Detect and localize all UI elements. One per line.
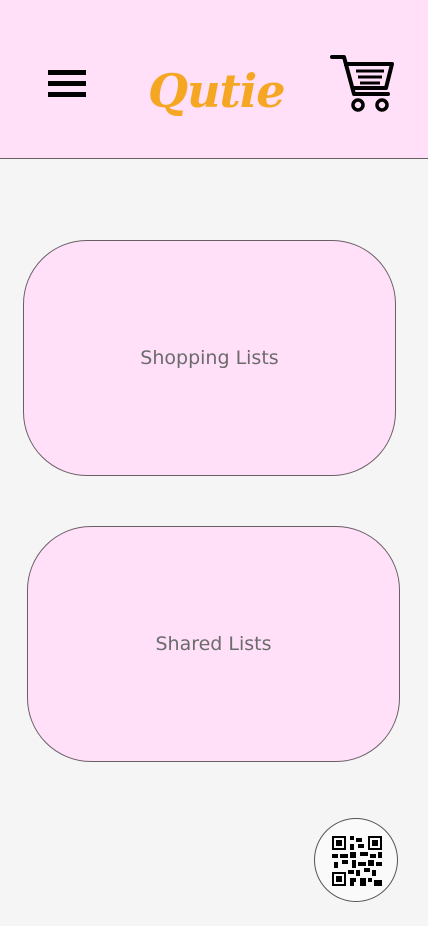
shared-lists-label: Shared Lists — [155, 633, 272, 655]
app-logo: Qutie — [148, 64, 286, 118]
shopping-cart-icon[interactable] — [330, 54, 396, 114]
hamburger-menu-icon[interactable] — [48, 70, 86, 98]
app-header: Qutie — [0, 0, 428, 159]
qr-code-icon — [332, 836, 382, 886]
shopping-lists-label: Shopping Lists — [140, 347, 279, 369]
qr-code-button[interactable] — [314, 818, 398, 902]
shared-lists-button[interactable]: Shared Lists — [27, 526, 400, 762]
shopping-lists-button[interactable]: Shopping Lists — [23, 240, 396, 476]
